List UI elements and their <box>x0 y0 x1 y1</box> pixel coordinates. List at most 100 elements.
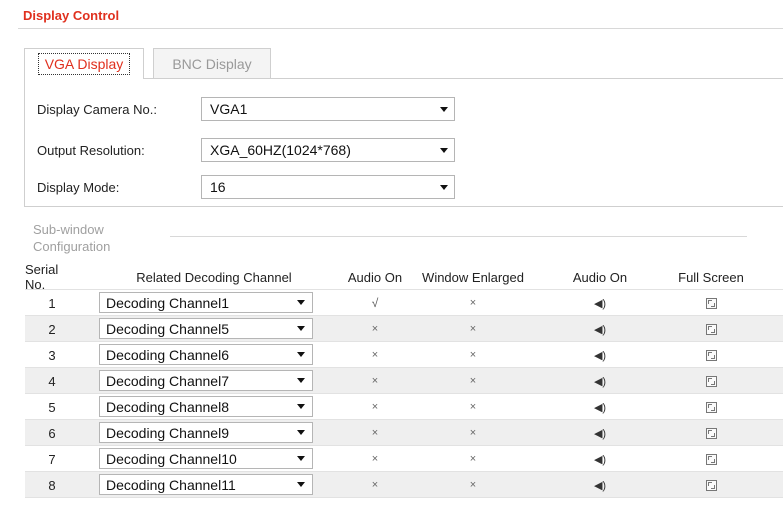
audio-on-toggle[interactable]: × <box>335 316 415 342</box>
decoding-channel-select[interactable]: Decoding Channel7 <box>99 370 313 391</box>
header-window-enlarged: Window Enlarged <box>422 269 524 285</box>
decoding-channel-value: Decoding Channel5 <box>106 320 229 337</box>
chevron-down-icon <box>297 482 305 487</box>
chevron-down-icon <box>297 352 305 357</box>
display-mode-value: 16 <box>210 179 226 195</box>
window-enlarged-mark: × <box>469 479 477 491</box>
decoding-channel-value: Decoding Channel11 <box>106 476 236 493</box>
output-resolution-select[interactable]: XGA_60HZ(1024*768) <box>201 138 455 162</box>
tab-bnc-display-label: BNC Display <box>172 55 252 72</box>
header-serial: Serial No. <box>25 262 59 292</box>
audio-button[interactable]: ◀) <box>565 290 635 316</box>
window-enlarged-mark: × <box>469 427 477 439</box>
serial-number: 2 <box>48 321 56 337</box>
window-enlarged-toggle[interactable]: × <box>415 368 531 394</box>
window-enlarged-toggle[interactable]: × <box>415 420 531 446</box>
decoding-channel-select[interactable]: Decoding Channel8 <box>99 396 313 417</box>
chevron-down-icon <box>297 456 305 461</box>
subwindow-config-legend: Sub-window Configuration <box>33 222 111 254</box>
audio-button[interactable]: ◀) <box>565 368 635 394</box>
serial-number: 7 <box>48 451 56 467</box>
header-audio-on-2: Audio On <box>572 269 628 285</box>
audio-on-mark: × <box>371 375 379 387</box>
serial-number: 6 <box>48 425 56 441</box>
window-enlarged-mark: × <box>469 375 477 387</box>
audio-button[interactable]: ◀) <box>565 472 635 498</box>
chevron-down-icon <box>440 185 448 190</box>
audio-button[interactable]: ◀) <box>565 446 635 472</box>
audio-on-mark: × <box>371 453 379 465</box>
full-screen-button[interactable] <box>665 368 757 394</box>
chevron-down-icon <box>440 148 448 153</box>
audio-on-mark: × <box>371 401 379 413</box>
serial-number: 4 <box>48 373 56 389</box>
audio-on-toggle[interactable]: × <box>335 342 415 368</box>
window-enlarged-toggle[interactable]: × <box>415 290 531 316</box>
audio-on-mark: × <box>371 349 379 361</box>
tab-bnc-display[interactable]: BNC Display <box>153 48 271 78</box>
audio-on-toggle[interactable]: × <box>335 394 415 420</box>
display-camera-select[interactable]: VGA1 <box>201 97 455 121</box>
output-resolution-value: XGA_60HZ(1024*768) <box>210 142 351 158</box>
window-enlarged-mark: × <box>469 453 477 465</box>
chevron-down-icon <box>440 107 448 112</box>
audio-on-toggle[interactable]: × <box>335 472 415 498</box>
speaker-icon: ◀) <box>593 479 607 492</box>
speaker-icon: ◀) <box>593 453 607 466</box>
audio-on-toggle[interactable]: × <box>335 368 415 394</box>
title-divider <box>18 28 783 29</box>
serial-number: 8 <box>48 477 56 493</box>
decoding-channel-select[interactable]: Decoding Channel11 <box>99 474 313 495</box>
chevron-down-icon <box>297 404 305 409</box>
audio-on-toggle[interactable]: × <box>335 446 415 472</box>
decoding-channel-select[interactable]: Decoding Channel10 <box>99 448 313 469</box>
decoding-channel-select[interactable]: Decoding Channel1 <box>99 292 313 313</box>
full-screen-button[interactable] <box>665 446 757 472</box>
audio-button[interactable]: ◀) <box>565 394 635 420</box>
header-channel: Related Decoding Channel <box>136 269 292 285</box>
chevron-down-icon <box>297 430 305 435</box>
audio-on-mark: × <box>371 427 379 439</box>
audio-button[interactable]: ◀) <box>565 420 635 446</box>
full-screen-icon <box>705 401 717 413</box>
table-row: 3 Decoding Channel6 × × ◀) <box>25 342 783 368</box>
tab-vga-display[interactable]: VGA Display <box>24 48 144 79</box>
full-screen-button[interactable] <box>665 394 757 420</box>
full-screen-button[interactable] <box>665 420 757 446</box>
decoding-channel-select[interactable]: Decoding Channel9 <box>99 422 313 443</box>
speaker-icon: ◀) <box>593 401 607 414</box>
chevron-down-icon <box>297 300 305 305</box>
decoding-channel-select[interactable]: Decoding Channel5 <box>99 318 313 339</box>
window-enlarged-toggle[interactable]: × <box>415 342 531 368</box>
audio-on-toggle[interactable]: × <box>335 420 415 446</box>
audio-button[interactable]: ◀) <box>565 342 635 368</box>
subwindow-table: Serial No. Related Decoding Channel Audi… <box>25 262 783 498</box>
audio-on-mark: √ <box>371 296 379 310</box>
table-row: 2 Decoding Channel5 × × ◀) <box>25 316 783 342</box>
full-screen-button[interactable] <box>665 290 757 316</box>
table-row: 5 Decoding Channel8 × × ◀) <box>25 394 783 420</box>
decoding-channel-value: Decoding Channel10 <box>106 450 237 467</box>
audio-button[interactable]: ◀) <box>565 316 635 342</box>
serial-number: 5 <box>48 399 56 415</box>
decoding-channel-select[interactable]: Decoding Channel6 <box>99 344 313 365</box>
subwindow-divider <box>170 236 747 237</box>
window-enlarged-toggle[interactable]: × <box>415 316 531 342</box>
full-screen-button[interactable] <box>665 472 757 498</box>
full-screen-button[interactable] <box>665 342 757 368</box>
decoding-channel-value: Decoding Channel8 <box>106 398 229 415</box>
window-enlarged-toggle[interactable]: × <box>415 472 531 498</box>
window-enlarged-toggle[interactable]: × <box>415 394 531 420</box>
full-screen-icon <box>705 453 717 465</box>
display-mode-select[interactable]: 16 <box>201 175 455 199</box>
audio-on-toggle[interactable]: √ <box>335 290 415 316</box>
tab-vga-display-label: VGA Display <box>37 53 131 75</box>
table-header-row: Serial No. Related Decoding Channel Audi… <box>25 262 783 292</box>
table-body: 1 Decoding Channel1 √ × ◀) 2 Decoding Channel5… <box>25 290 783 498</box>
full-screen-button[interactable] <box>665 316 757 342</box>
table-row: 7 Decoding Channel10 × × ◀) <box>25 446 783 472</box>
window-enlarged-toggle[interactable]: × <box>415 446 531 472</box>
window-enlarged-mark: × <box>469 323 477 335</box>
decoding-channel-value: Decoding Channel1 <box>106 294 229 311</box>
table-row: 8 Decoding Channel11 × × ◀) <box>25 472 783 498</box>
